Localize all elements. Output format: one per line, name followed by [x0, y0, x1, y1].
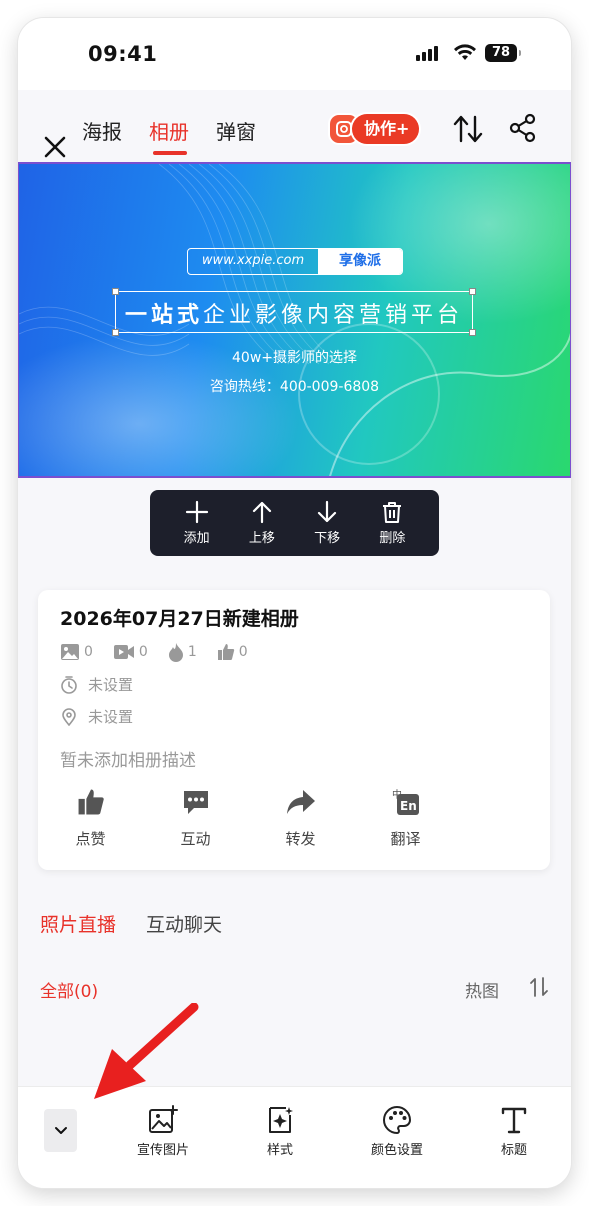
banner-hotline: 咨询热线：400-009-6808 — [209, 379, 380, 395]
add-label: 添加 — [183, 531, 210, 546]
translate-icon: 中En — [392, 788, 419, 815]
banner-headline: 一站式企业影像内容营销平台 — [125, 297, 463, 329]
color-settings-label: 颜色设置 — [370, 1143, 423, 1158]
plus-icon — [185, 500, 208, 524]
content-tabs: 照片直播 互动聊天 — [40, 910, 222, 937]
forward-action[interactable]: 转发 — [248, 788, 353, 849]
style-button[interactable]: 样式 — [235, 1105, 325, 1158]
album-actions: 点赞 互动 转发 中 En 翻译 — [38, 788, 458, 849]
title-label: 标题 — [500, 1143, 527, 1158]
red-pointer-arrow — [94, 1003, 199, 1099]
promo-image-label: 宣传图片 — [136, 1143, 189, 1158]
resize-handle[interactable] — [112, 288, 119, 295]
interact-action[interactable]: 互动 — [143, 788, 248, 849]
video-count: 0 — [113, 642, 148, 662]
photo-count-value: 0 — [84, 644, 93, 660]
time-setting-value: 未设置 — [88, 676, 134, 694]
album-description[interactable]: 暂未添加相册描述 — [60, 746, 196, 771]
resize-handle[interactable] — [469, 288, 476, 295]
heat-count: 1 — [168, 642, 197, 662]
video-count-value: 0 — [138, 644, 148, 660]
album-info-card: 2026年07月27日新建相册 0 0 1 0 未设置 未设置 暂未添加相册描述… — [38, 590, 550, 870]
signal-icon — [416, 46, 438, 61]
collab-label: 协作+ — [352, 114, 420, 144]
move-down-label: 下移 — [314, 531, 341, 546]
location-pin-icon — [62, 707, 76, 726]
close-icon[interactable] — [42, 134, 68, 160]
forward-arrow-icon — [286, 790, 315, 814]
like-count-value: 0 — [238, 644, 248, 660]
video-icon — [113, 645, 134, 659]
share-icon[interactable] — [508, 113, 538, 143]
color-settings-button[interactable]: 颜色设置 — [352, 1105, 442, 1158]
heat-count-value: 1 — [187, 644, 197, 660]
thumbs-up-icon — [217, 644, 234, 660]
resize-handle[interactable] — [469, 329, 476, 336]
tab-interactive-chat[interactable]: 互动聊天 — [146, 910, 222, 937]
banner-url-box: www.xxpie.com 享像派 — [187, 248, 403, 275]
translate-action[interactable]: 中 En 翻译 — [353, 788, 458, 849]
tab-poster[interactable]: 海报 — [82, 116, 122, 145]
forward-label: 转发 — [285, 830, 316, 848]
banner-brand: 享像派 — [318, 249, 402, 274]
album-stats: 0 0 1 0 — [60, 642, 248, 662]
delete-button[interactable]: 删除 — [362, 490, 422, 556]
like-count: 0 — [217, 642, 248, 662]
photo-count: 0 — [60, 642, 93, 662]
tab-photo-live[interactable]: 照片直播 — [40, 910, 116, 937]
image-add-icon — [149, 1105, 178, 1133]
collapse-button[interactable] — [44, 1109, 77, 1152]
promo-image-button[interactable]: 宣传图片 — [118, 1105, 208, 1158]
tab-album[interactable]: 相册 — [149, 116, 189, 145]
filter-all[interactable]: 全部(0) — [40, 977, 98, 1002]
interact-label: 互动 — [180, 830, 211, 848]
chevron-down-icon — [54, 1126, 67, 1134]
chat-bubble-icon — [183, 791, 208, 814]
sort-toggle-icon[interactable] — [528, 976, 550, 998]
collab-button[interactable]: 协作+ — [330, 113, 420, 145]
delete-label: 删除 — [379, 531, 406, 546]
location-setting[interactable]: 未设置 — [60, 706, 133, 727]
resize-handle[interactable] — [112, 329, 119, 336]
style-label: 样式 — [266, 1143, 293, 1158]
image-icon — [61, 644, 79, 660]
filter-hot[interactable]: 热图 — [465, 977, 499, 1002]
arrow-up-icon — [252, 501, 271, 524]
palette-icon — [383, 1105, 412, 1135]
album-title: 2026年07月27日新建相册 — [60, 608, 299, 630]
move-up-button[interactable]: 上移 — [232, 490, 292, 556]
translate-label: 翻译 — [390, 830, 421, 848]
battery-icon: 78 — [485, 44, 521, 62]
location-setting-value: 未设置 — [88, 708, 134, 726]
banner-url: www.xxpie.com — [201, 253, 305, 268]
sort-icon[interactable] — [451, 114, 485, 144]
title-button[interactable]: 标题 — [469, 1105, 559, 1158]
arrow-down-icon — [318, 500, 337, 523]
edit-toolbar: 添加 上移 下移 删除 — [150, 490, 439, 556]
move-down-button[interactable]: 下移 — [297, 490, 357, 556]
like-label: 点赞 — [75, 830, 106, 848]
headline-rest: 企业影像内容营销平台 — [203, 303, 464, 328]
banner-image[interactable]: www.xxpie.com 享像派 一站式企业影像内容营销平台 40w+摄影师的… — [18, 162, 571, 478]
trash-icon — [383, 502, 402, 523]
like-action[interactable]: 点赞 — [38, 788, 143, 849]
banner-subtitle: 40w+摄影师的选择 — [232, 350, 357, 366]
text-t-icon — [501, 1107, 527, 1134]
svg-text:En: En — [400, 799, 417, 813]
tab-popup[interactable]: 弹窗 — [216, 116, 256, 145]
status-time: 09:41 — [88, 42, 158, 66]
active-tab-indicator — [153, 151, 187, 155]
headline-highlight: 一站式 — [125, 303, 204, 328]
status-bar: 09:41 78 — [18, 18, 571, 90]
flame-icon — [168, 643, 183, 662]
move-up-label: 上移 — [248, 531, 275, 546]
sparkle-icon — [269, 1107, 293, 1133]
phone-screen: 09:41 78 海报 相册 弹窗 协作+ www.xxpie.com 享像派 … — [18, 18, 571, 1188]
wifi-icon — [454, 44, 476, 60]
time-setting[interactable]: 未设置 — [60, 674, 133, 695]
thumbs-up-icon — [78, 789, 104, 815]
add-button[interactable]: 添加 — [167, 490, 227, 556]
timer-icon — [61, 675, 77, 694]
